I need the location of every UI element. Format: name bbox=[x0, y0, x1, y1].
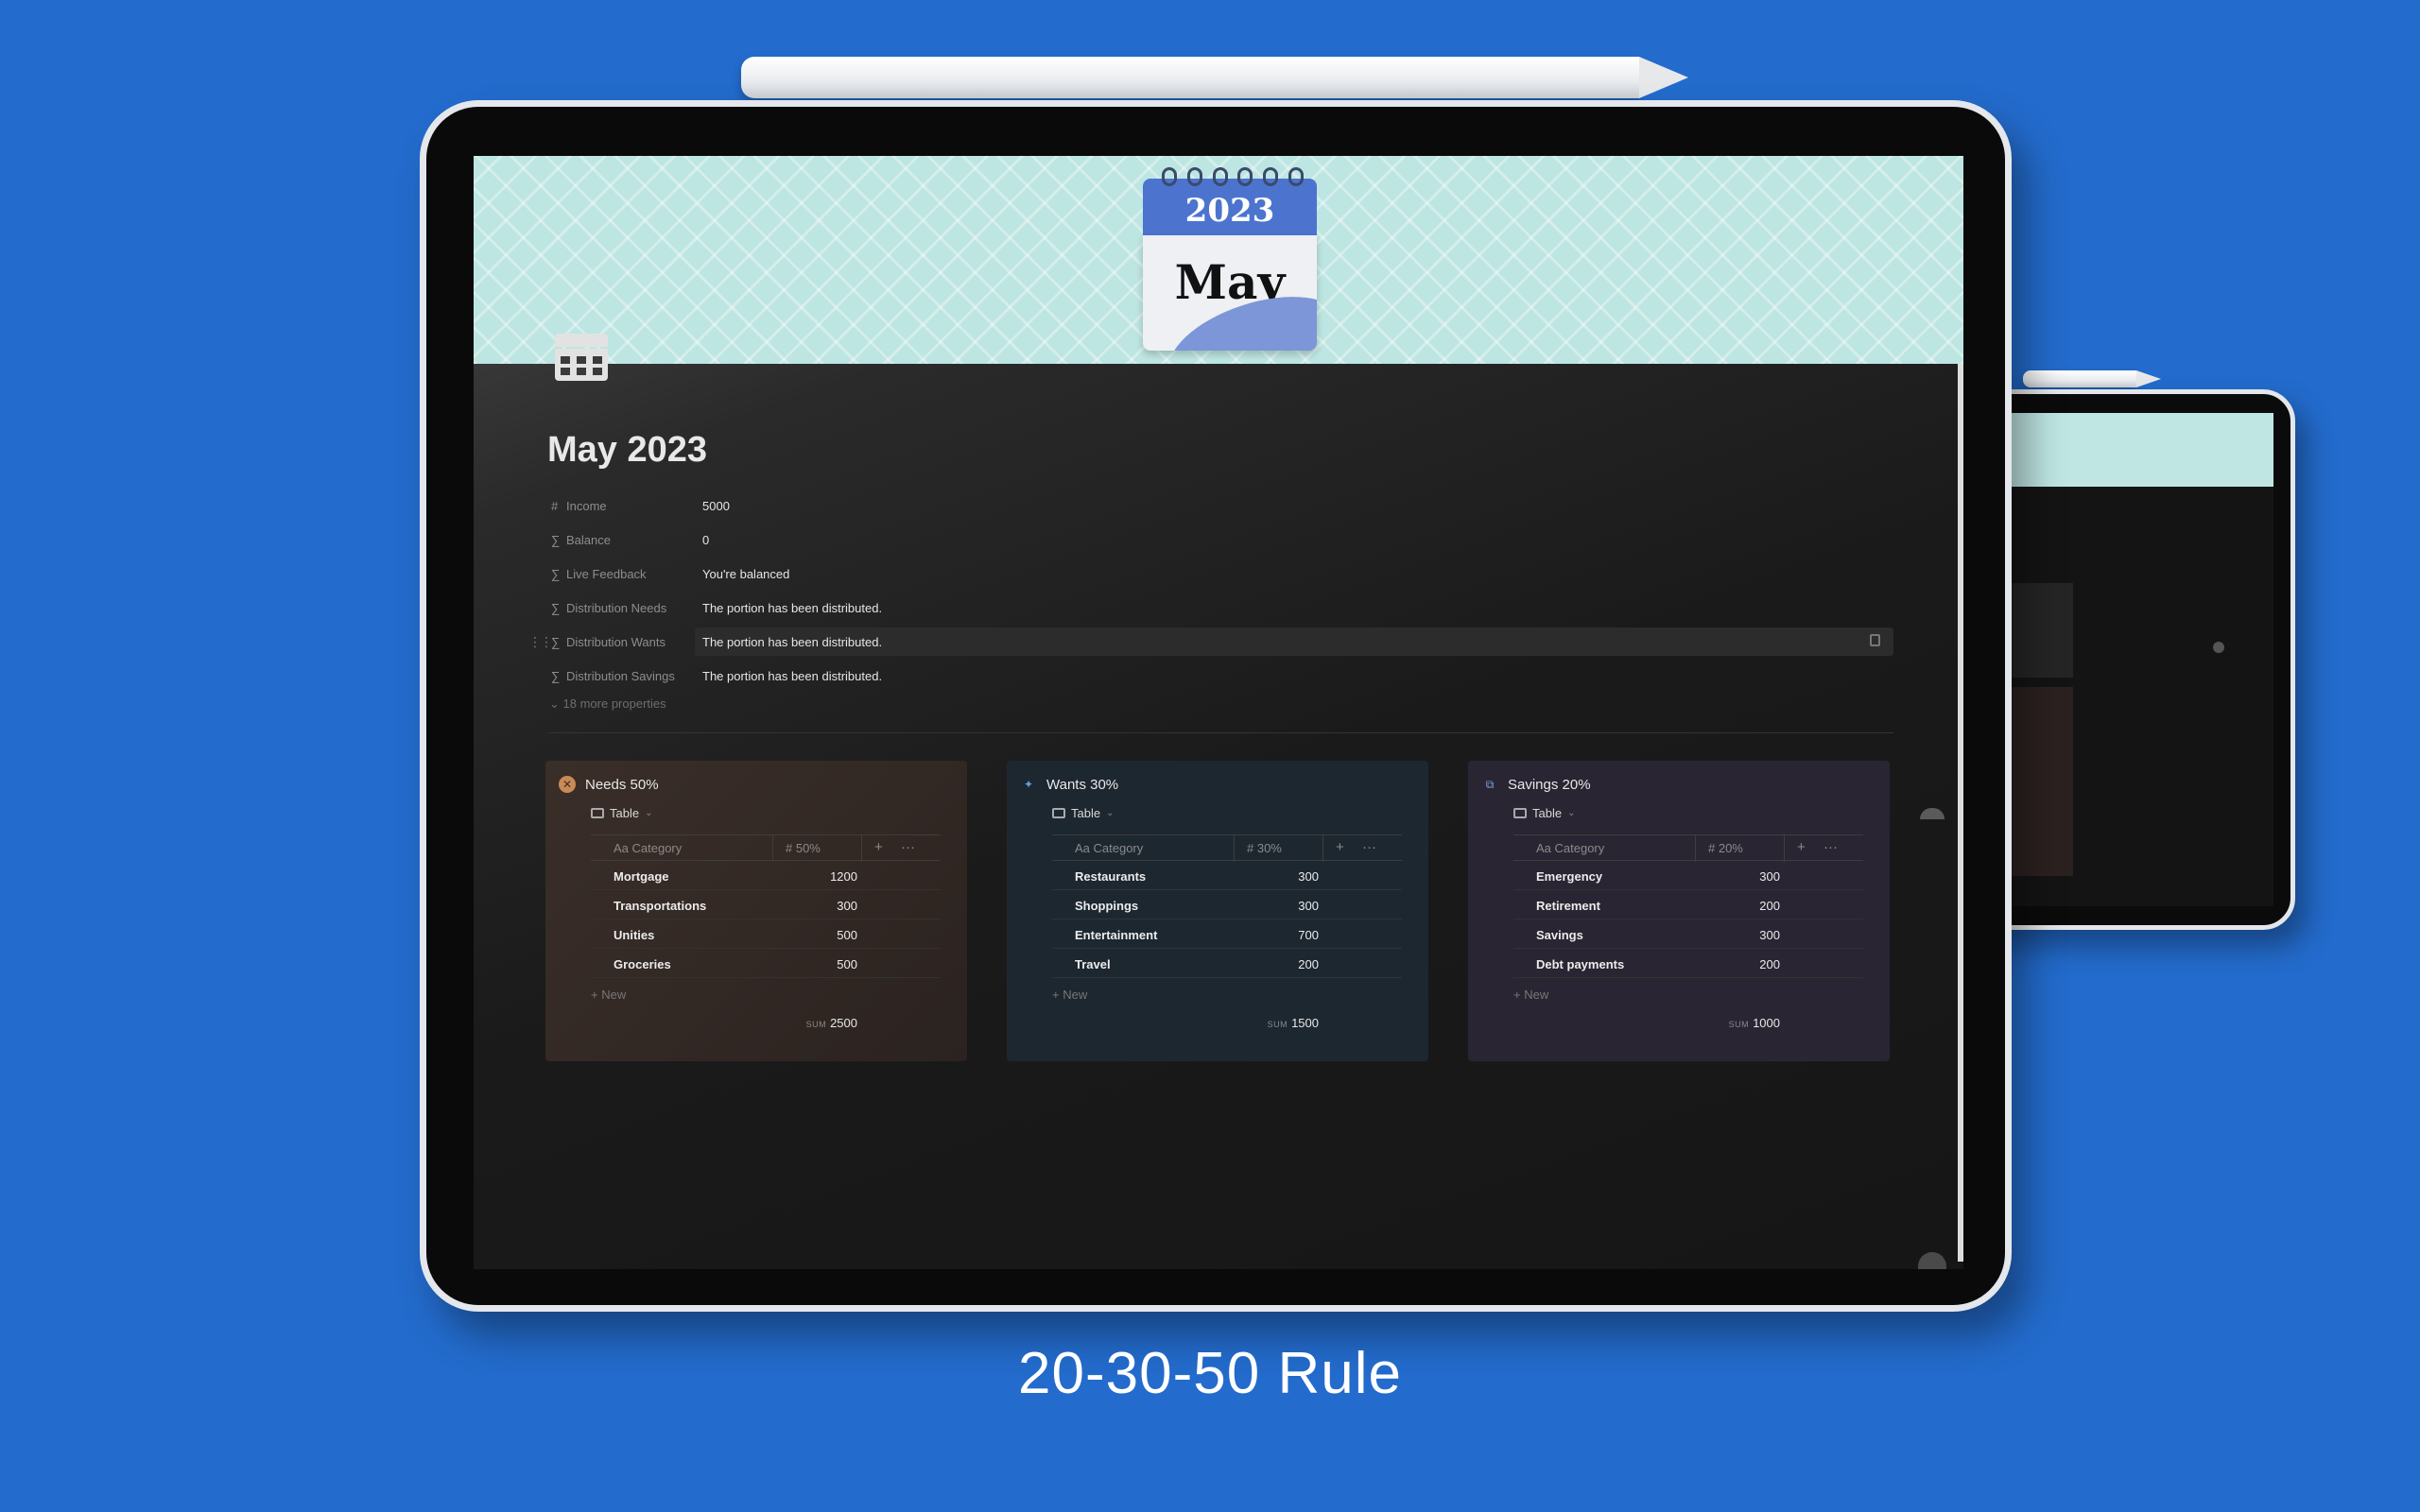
sum-total[interactable]: SUM 1500 bbox=[1196, 1016, 1319, 1030]
background-tablet-dot bbox=[2213, 642, 2224, 653]
column-category[interactable]: Aa Category bbox=[614, 841, 682, 855]
help-button[interactable] bbox=[1918, 1252, 1946, 1269]
new-row-button[interactable]: + New bbox=[1052, 988, 1087, 1002]
divider bbox=[547, 732, 1893, 733]
property-name: Distribution Savings bbox=[566, 668, 675, 683]
main-tablet: 2023 May May 2023 # Income 5000 ∑ Balanc… bbox=[420, 100, 2012, 1312]
calendar-icon[interactable] bbox=[555, 334, 608, 381]
calendar-illustration: 2023 May bbox=[1143, 167, 1317, 352]
table-row[interactable]: Shoppings 300 bbox=[1052, 890, 1402, 919]
table-row[interactable]: Restaurants 300 bbox=[1052, 861, 1402, 890]
sum-total[interactable]: SUM 2500 bbox=[735, 1016, 857, 1030]
calendar-page: May bbox=[1143, 235, 1317, 351]
formula-icon: ∑ bbox=[551, 532, 561, 547]
property-name: Live Feedback bbox=[566, 566, 647, 581]
property-value[interactable]: You're balanced bbox=[695, 559, 1893, 588]
formula-icon: ∑ bbox=[551, 566, 561, 581]
savings-card: ⧉ Savings 20% Table ⌄ Aa Category # 20% + ·… bbox=[1468, 761, 1890, 1061]
copy-icon[interactable] bbox=[1870, 634, 1880, 646]
add-column-icon[interactable]: + bbox=[1797, 839, 1806, 855]
table-header: Aa Category # 50% + ··· bbox=[591, 834, 941, 862]
table-header: Aa Category # 20% + ··· bbox=[1513, 834, 1863, 862]
table-row[interactable]: Travel 200 bbox=[1052, 949, 1402, 978]
table-row[interactable]: Emergency 300 bbox=[1513, 861, 1863, 890]
new-row-button[interactable]: + New bbox=[591, 988, 626, 1002]
property-value[interactable]: The portion has been distributed. bbox=[695, 662, 1893, 690]
drag-handle-icon[interactable]: ⋮⋮ bbox=[528, 634, 553, 650]
table-row[interactable]: Entertainment 700 bbox=[1052, 919, 1402, 949]
chevron-down-icon: ⌄ bbox=[1567, 808, 1576, 818]
property-distribution-savings[interactable]: ∑ Distribution Savings The portion has be… bbox=[547, 659, 1893, 693]
sum-total[interactable]: SUM 1000 bbox=[1657, 1016, 1780, 1030]
view-selector[interactable]: Table ⌄ bbox=[1052, 806, 1114, 820]
more-icon[interactable]: ··· bbox=[901, 839, 915, 855]
calendar-rings bbox=[1162, 167, 1304, 186]
calendar-year: 2023 bbox=[1184, 192, 1275, 230]
table-icon bbox=[1513, 808, 1527, 818]
needs-card: ✕ Needs 50% Table ⌄ Aa Category # 50% + ···… bbox=[545, 761, 967, 1061]
new-row-button[interactable]: + New bbox=[1513, 988, 1548, 1002]
table-header: Aa Category # 30% + ··· bbox=[1052, 834, 1402, 862]
wants-card: ✦ Wants 30% Table ⌄ Aa Category # 30% + ···… bbox=[1007, 761, 1428, 1061]
add-column-icon[interactable]: + bbox=[1336, 839, 1344, 855]
property-distribution-needs[interactable]: ∑ Distribution Needs The portion has been… bbox=[547, 591, 1893, 625]
property-name: Income bbox=[566, 498, 607, 513]
property-value[interactable]: 0 bbox=[695, 525, 1893, 554]
table-icon bbox=[591, 808, 604, 818]
notion-page: 2023 May May 2023 # Income 5000 ∑ Balanc… bbox=[474, 156, 1963, 1269]
chevron-down-icon: ⌄ bbox=[549, 696, 563, 711]
properties-list: # Income 5000 ∑ Balance 0 ∑ Live Feedback Y… bbox=[528, 489, 1893, 693]
property-name: Distribution Needs bbox=[566, 600, 667, 615]
formula-icon: ∑ bbox=[551, 668, 561, 683]
caption: 20-30-50 Rule bbox=[1018, 1341, 1402, 1406]
view-selector[interactable]: Table ⌄ bbox=[591, 806, 652, 820]
table-row[interactable]: Transportations 300 bbox=[591, 890, 941, 919]
formula-icon: ∑ bbox=[551, 600, 561, 615]
table-row[interactable]: Unities 500 bbox=[591, 919, 941, 949]
page-title[interactable]: May 2023 bbox=[547, 430, 707, 471]
add-column-icon[interactable]: + bbox=[874, 839, 883, 855]
more-icon[interactable]: ··· bbox=[1824, 839, 1838, 855]
column-value[interactable]: # 30% bbox=[1247, 841, 1282, 855]
apple-pencil-large bbox=[741, 57, 1688, 98]
number-icon: # bbox=[551, 498, 559, 513]
property-distribution-wants[interactable]: ⋮⋮ ∑ Distribution Wants The portion has b… bbox=[528, 625, 1893, 659]
column-value[interactable]: # 20% bbox=[1708, 841, 1743, 855]
more-properties-toggle[interactable]: ⌄ 18 more properties bbox=[549, 696, 666, 712]
chevron-down-icon: ⌄ bbox=[645, 808, 653, 818]
table-icon bbox=[1052, 808, 1065, 818]
column-category[interactable]: Aa Category bbox=[1075, 841, 1143, 855]
column-category[interactable]: Aa Category bbox=[1536, 841, 1604, 855]
property-live-feedback[interactable]: ∑ Live Feedback You're balanced bbox=[547, 557, 1893, 591]
money-icon: ⧉ bbox=[1485, 777, 1495, 791]
card-title[interactable]: Needs 50% bbox=[585, 777, 659, 793]
table-row[interactable]: Savings 300 bbox=[1513, 919, 1863, 949]
property-value[interactable]: The portion has been distributed. bbox=[695, 627, 1893, 656]
formula-icon: ∑ bbox=[551, 634, 561, 649]
column-value[interactable]: # 50% bbox=[786, 841, 821, 855]
more-icon[interactable]: ··· bbox=[1362, 839, 1376, 855]
property-balance[interactable]: ∑ Balance 0 bbox=[547, 523, 1893, 557]
property-name: Distribution Wants bbox=[566, 634, 666, 649]
needs-icon: ✕ bbox=[559, 776, 576, 793]
scrollbar[interactable] bbox=[1958, 364, 1963, 1262]
chevron-down-icon: ⌄ bbox=[1106, 808, 1115, 818]
magic-wand-icon: ✦ bbox=[1023, 778, 1034, 791]
card-title[interactable]: Savings 20% bbox=[1508, 777, 1591, 793]
card-title[interactable]: Wants 30% bbox=[1046, 777, 1118, 793]
view-selector[interactable]: Table ⌄ bbox=[1513, 806, 1575, 820]
table-row[interactable]: Retirement 200 bbox=[1513, 890, 1863, 919]
scroll-indicator[interactable] bbox=[1920, 808, 1945, 819]
table-row[interactable]: Mortgage 1200 bbox=[591, 861, 941, 890]
property-value[interactable]: 5000 bbox=[695, 491, 1893, 520]
property-name: Balance bbox=[566, 532, 611, 547]
apple-pencil-small bbox=[2023, 370, 2161, 387]
property-value[interactable]: The portion has been distributed. bbox=[695, 593, 1893, 622]
property-income[interactable]: # Income 5000 bbox=[547, 489, 1893, 523]
table-row[interactable]: Debt payments 200 bbox=[1513, 949, 1863, 978]
table-row[interactable]: Groceries 500 bbox=[591, 949, 941, 978]
